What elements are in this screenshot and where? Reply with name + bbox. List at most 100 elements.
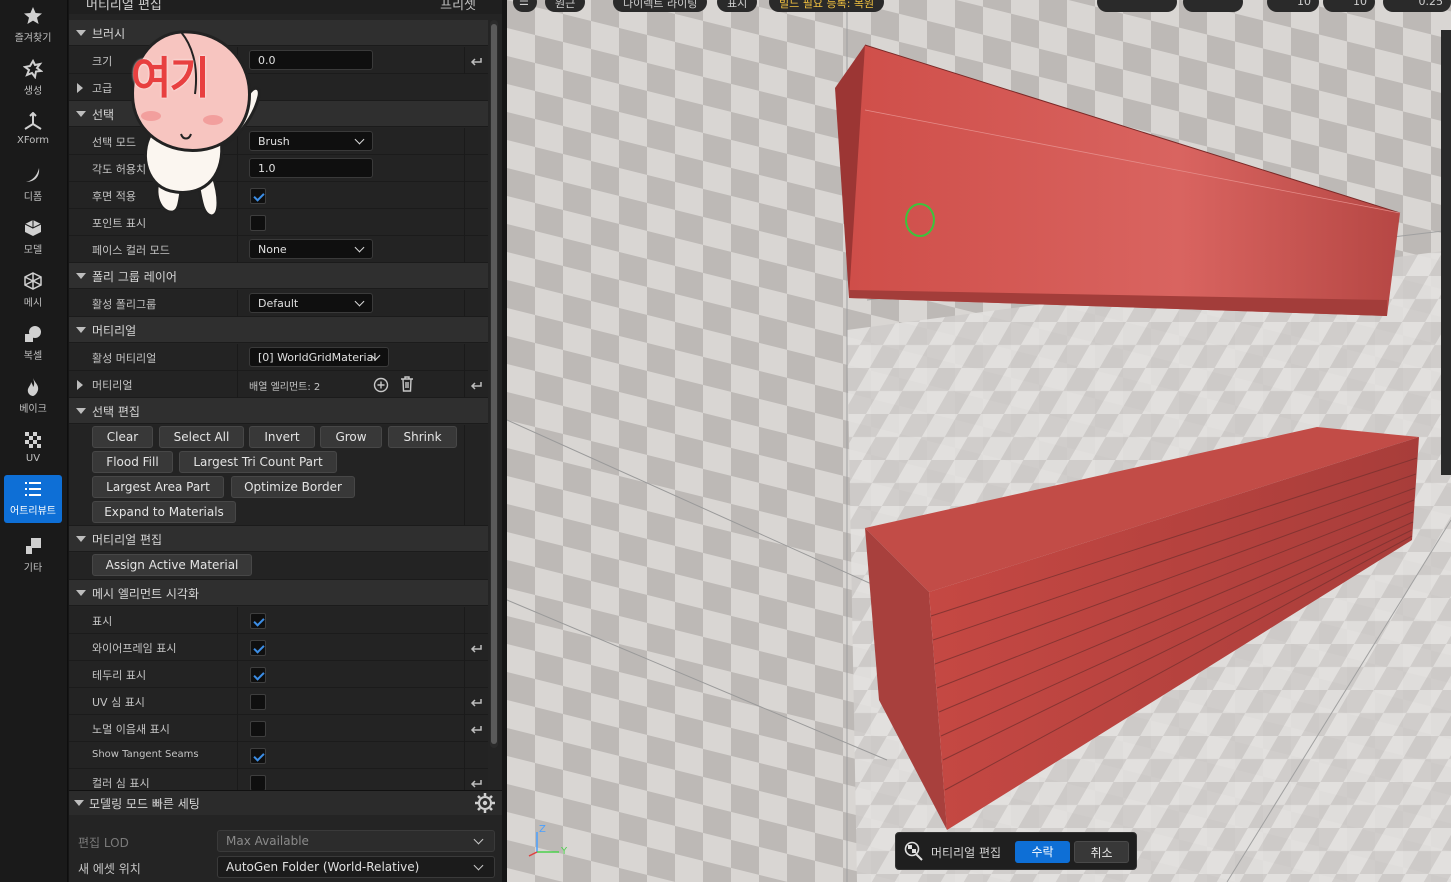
row-asset-location: 새 에셋 위치 AutoGen Folder (World-Relative) [69, 855, 502, 881]
peach-sticker: 여기 [121, 24, 271, 219]
scale-snap[interactable]: 0.25 [1383, 0, 1451, 12]
largest-tri-count-button[interactable]: Largest Tri Count Part [179, 451, 337, 473]
border-label: 테두리 표시 [92, 669, 147, 682]
uv-seams-checkbox[interactable] [250, 694, 266, 710]
asset-location-dropdown[interactable]: AutoGen Folder (World-Relative) [217, 856, 495, 878]
viewport[interactable]: ☰ 원근 다이렉트 라이팅 표시 빌드 필요 등록: 복원 10 10 0.25… [507, 0, 1451, 882]
section-polygroup-layer[interactable]: 폴리 그룹 레이어 [69, 263, 488, 289]
reset-arrow-icon[interactable] [469, 721, 483, 735]
toolbar-item-label: 디폼 [23, 192, 43, 203]
section-title: 머티리얼 편집 [92, 533, 163, 547]
rotation-snap[interactable]: 10 [1323, 0, 1375, 12]
clear-button[interactable]: Clear [92, 426, 153, 448]
tool-name: 머티리얼 편집 [931, 846, 1002, 860]
checker-icon [22, 429, 44, 451]
section-selection-edit[interactable]: 선택 편집 [69, 398, 488, 424]
coordinate-tools[interactable] [1183, 0, 1243, 12]
color-seams-checkbox[interactable] [250, 775, 266, 790]
axis-y-label: Y [561, 846, 568, 857]
active-material-dropdown[interactable]: [0] WorldGridMaterial [249, 347, 389, 367]
edit-lod-dropdown[interactable]: Max Available [217, 830, 495, 852]
toolbar-item-uv[interactable]: UV [4, 426, 62, 474]
reset-arrow-icon[interactable] [469, 775, 483, 789]
transform-tools[interactable] [1097, 0, 1177, 12]
optimize-border-button[interactable]: Optimize Border [231, 476, 355, 498]
reset-arrow-icon[interactable] [469, 377, 483, 391]
dropdown-value: [0] WorldGridMaterial [258, 351, 377, 364]
section-title: 폴리 그룹 레이어 [92, 270, 177, 284]
dropdown-value: None [258, 243, 287, 256]
toolbar-item-mesh[interactable]: 메시 [4, 267, 62, 315]
collapse-arrow-icon [76, 327, 86, 333]
grow-button[interactable]: Grow [320, 426, 382, 448]
wireframe-label: 와이어프레임 표시 [92, 642, 177, 655]
selection-edit-buttons: Clear Select All Invert Grow Shrink Floo… [69, 425, 488, 526]
border-checkbox[interactable] [250, 667, 266, 683]
toolbar-item-misc[interactable]: 기타 [4, 532, 62, 580]
dropdown-value: Default [258, 297, 299, 310]
toolbar-item-label: 베이크 [19, 404, 47, 415]
quick-settings-header[interactable]: 모델링 모드 빠른 세팅 [69, 791, 502, 815]
assign-active-material-button[interactable]: Assign Active Material [92, 554, 252, 576]
preset-dropdown[interactable]: 프리셋 [440, 0, 476, 13]
row-wireframe: 와이어프레임 표시 [69, 634, 488, 661]
toolbar-item-xform[interactable]: XForm [4, 108, 62, 156]
divider [237, 236, 238, 263]
modeling-quick-settings: 모델링 모드 빠른 세팅 편집 LOD Max Available 새 에셋 위… [69, 790, 502, 882]
normal-seams-label: 노멀 이음새 표시 [92, 723, 170, 736]
normal-seams-checkbox[interactable] [250, 721, 266, 737]
wireframe-checkbox[interactable] [250, 640, 266, 656]
attributes-list-icon [22, 478, 44, 500]
active-polygroup-dropdown[interactable]: Default [249, 293, 373, 313]
scene-render[interactable] [507, 0, 1451, 882]
show-checkbox[interactable] [250, 613, 266, 629]
cancel-button[interactable]: 취소 [1074, 841, 1129, 863]
section-material[interactable]: 머티리얼 [69, 317, 488, 343]
toolbar-item-model[interactable]: 모델 [4, 214, 62, 262]
chevron-down-icon [354, 242, 365, 253]
invert-button[interactable]: Invert [249, 426, 315, 448]
toolbar-item-bake[interactable]: 베이크 [4, 373, 62, 421]
material-edit-buttons: Assign Active Material [69, 553, 488, 580]
section-material-edit[interactable]: 머티리얼 편집 [69, 526, 488, 552]
add-element-icon[interactable] [373, 377, 389, 393]
build-warning-badge[interactable]: 빌드 필요 등록: 복원 [769, 0, 885, 12]
accept-button[interactable]: 수락 [1015, 841, 1070, 863]
toolbar-item-create[interactable]: 생성 [4, 55, 62, 103]
expand-arrow-icon[interactable] [77, 380, 83, 390]
lighting-button[interactable]: 다이렉트 라이팅 [613, 0, 708, 12]
divider [464, 634, 465, 661]
scrollbar-thumb[interactable] [491, 24, 497, 744]
collapse-arrow-icon [76, 590, 86, 596]
tool-accept-bar: 머티리얼 편집 수락 취소 [895, 832, 1137, 870]
trash-icon[interactable] [400, 376, 414, 392]
reset-arrow-icon[interactable] [469, 53, 483, 67]
reset-arrow-icon[interactable] [469, 640, 483, 654]
perspective-button[interactable]: 원근 [545, 0, 586, 12]
shrink-button[interactable]: Shrink [388, 426, 457, 448]
face-color-dropdown[interactable]: None [249, 239, 373, 259]
toolbar-item-attributes[interactable]: 어트리뷰트 [4, 475, 62, 523]
section-mesh-visualization[interactable]: 메시 엘리먼트 시각화 [69, 580, 488, 606]
grid-snap[interactable]: 10 [1267, 0, 1319, 12]
divider [237, 742, 238, 769]
select-all-button[interactable]: Select All [159, 426, 244, 448]
section-title: 선택 [92, 108, 115, 122]
collapse-arrow-icon [74, 800, 84, 806]
panel-scrollbar[interactable] [490, 20, 498, 748]
row-normal-seams: 노멀 이음새 표시 [69, 715, 488, 742]
tangent-seams-checkbox[interactable] [250, 748, 266, 764]
section-title: 머티리얼 [92, 324, 137, 338]
flood-fill-button[interactable]: Flood Fill [92, 451, 173, 473]
reset-arrow-icon[interactable] [469, 694, 483, 708]
largest-area-button[interactable]: Largest Area Part [92, 476, 224, 498]
toolbar-item-favorites[interactable]: 즐겨찾기 [4, 2, 62, 50]
toolbar-item-label: 생성 [23, 86, 43, 97]
toolbar-item-deform[interactable]: 디폼 [4, 161, 62, 209]
gear-icon[interactable] [474, 792, 496, 814]
show-button[interactable]: 표시 [717, 0, 758, 12]
expand-to-materials-button[interactable]: Expand to Materials [92, 501, 236, 523]
toolbar-item-voxel[interactable]: 복셀 [4, 320, 62, 368]
collapse-arrow-icon [76, 273, 86, 279]
panel-title: 머티리얼 편집 [86, 0, 162, 13]
